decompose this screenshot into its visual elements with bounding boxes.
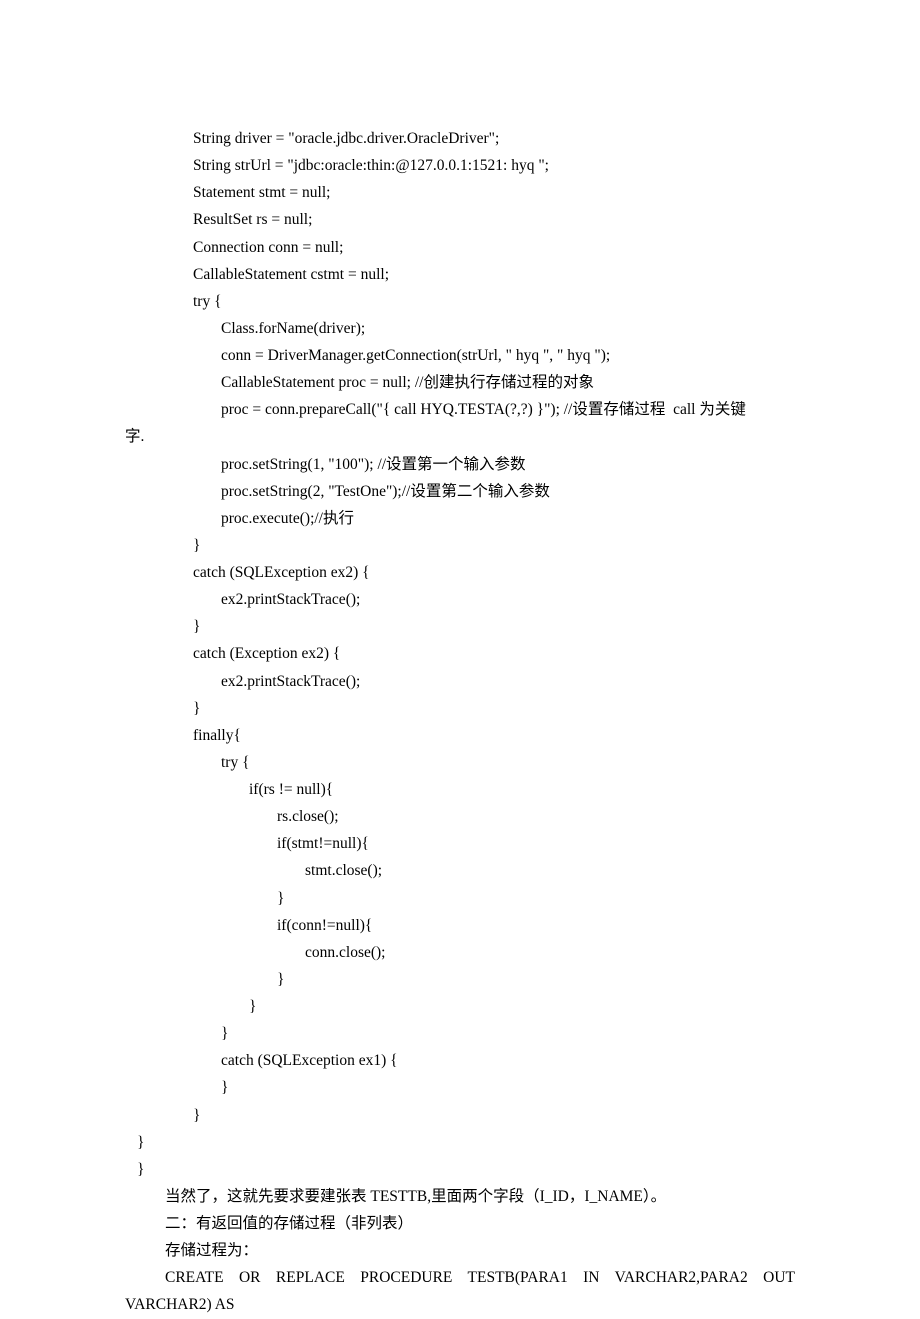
code-line: finally{ — [125, 722, 795, 749]
code-line: } — [125, 1156, 795, 1183]
code-line: String strUrl = "jdbc:oracle:thin:@127.0… — [125, 152, 795, 179]
code-line: if(rs != null){ — [125, 776, 795, 803]
code-line: catch (SQLException ex1) { — [125, 1047, 795, 1074]
code-line: proc = conn.prepareCall("{ call HYQ.TEST… — [125, 396, 795, 423]
code-line: } — [125, 993, 795, 1020]
code-line: if(stmt!=null){ — [125, 830, 795, 857]
code-line: conn = DriverManager.getConnection(strUr… — [125, 342, 795, 369]
code-line: CallableStatement cstmt = null; — [125, 261, 795, 288]
code-line: catch (SQLException ex2) { — [125, 559, 795, 586]
code-line: } — [125, 966, 795, 993]
code-line: proc.execute();//执行 — [125, 505, 795, 532]
paragraph: 二：有返回值的存储过程（非列表） — [125, 1210, 795, 1237]
code-line: proc.setString(1, "100"); //设置第一个输入参数 — [125, 451, 795, 478]
code-line: } — [125, 532, 795, 559]
code-line: conn.close(); — [125, 939, 795, 966]
code-line: } — [125, 1102, 795, 1129]
code-line: try { — [125, 749, 795, 776]
code-line-continuation: 字. — [125, 423, 795, 450]
code-line: Connection conn = null; — [125, 234, 795, 261]
document-page: String driver = "oracle.jdbc.driver.Orac… — [0, 0, 920, 1302]
code-line: } — [125, 1074, 795, 1101]
code-line: Statement stmt = null; — [125, 179, 795, 206]
paragraph: 当然了，这就先要求要建张表 TESTTB,里面两个字段（I_ID，I_NAME）… — [125, 1183, 795, 1210]
code-line: try { — [125, 288, 795, 315]
code-line: ex2.printStackTrace(); — [125, 668, 795, 695]
code-line: if(conn!=null){ — [125, 912, 795, 939]
paragraph-continuation: VARCHAR2) AS — [125, 1291, 795, 1318]
code-line: stmt.close(); — [125, 857, 795, 884]
code-line: } — [125, 1020, 795, 1047]
code-line: } — [125, 695, 795, 722]
paragraph: 存储过程为： — [125, 1237, 795, 1264]
paragraph: CREATE OR REPLACE PROCEDURE TESTB(PARA1 … — [125, 1264, 795, 1291]
code-line: } — [125, 1129, 795, 1156]
code-line: rs.close(); — [125, 803, 795, 830]
code-line: String driver = "oracle.jdbc.driver.Orac… — [125, 125, 795, 152]
code-line: ex2.printStackTrace(); — [125, 586, 795, 613]
code-line: catch (Exception ex2) { — [125, 640, 795, 667]
code-line: CallableStatement proc = null; //创建执行存储过… — [125, 369, 795, 396]
code-line: ResultSet rs = null; — [125, 206, 795, 233]
code-line: } — [125, 613, 795, 640]
code-line: Class.forName(driver); — [125, 315, 795, 342]
code-line: } — [125, 885, 795, 912]
code-line: proc.setString(2, "TestOne");//设置第二个输入参数 — [125, 478, 795, 505]
